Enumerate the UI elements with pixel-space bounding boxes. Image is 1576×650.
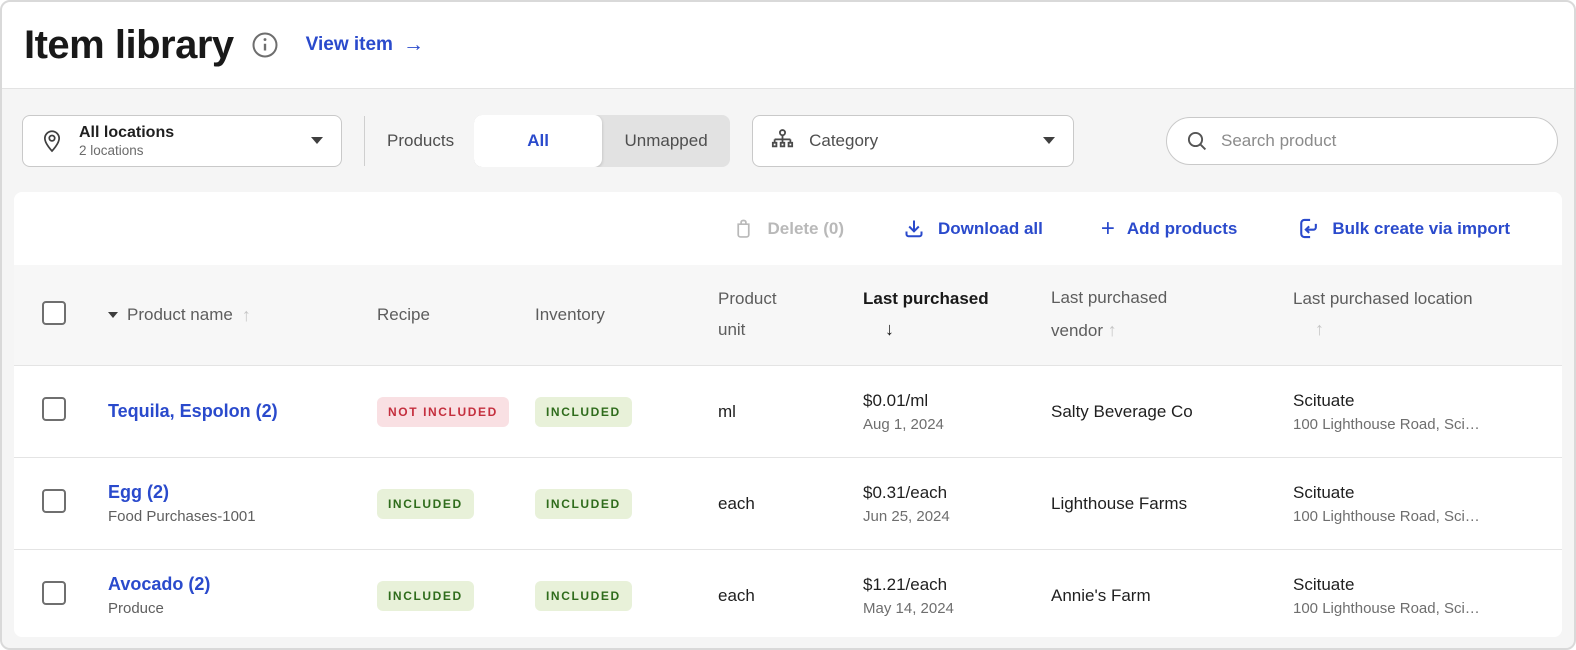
segment-unmapped[interactable]: Unmapped [602,115,730,167]
delete-button[interactable]: Delete (0) [732,217,844,240]
page-title: Item library [24,23,234,68]
last-purchased-price: $0.31/each [863,483,1033,503]
item-table-card: Delete (0) Download all + Add products [14,192,1562,637]
column-last-purchased-location[interactable]: Last purchased location ↑ [1275,288,1552,341]
products-toggle-label: Products [387,131,454,151]
column-last-purchased-location-label: Last purchased location [1293,288,1552,311]
sort-asc-icon: ↑ [1108,320,1117,340]
column-inventory: Inventory [535,305,700,325]
column-recipe: Recipe [377,305,535,325]
inventory-status-badge: INCLUDED [535,489,632,519]
category-hierarchy-icon [769,127,796,154]
last-purchased-date: May 14, 2024 [863,600,1033,617]
last-purchased-location: Scituate [1293,391,1552,411]
search-input[interactable] [1221,131,1539,151]
row-checkbox[interactable] [42,397,66,421]
add-products-button[interactable]: + Add products [1101,217,1238,241]
location-pin-icon [39,128,65,154]
inventory-status-badge: INCLUDED [535,397,632,427]
chevron-down-icon [311,137,323,144]
last-purchased-location: Scituate [1293,575,1552,595]
arrow-right-icon: → [403,33,424,57]
category-filter-dropdown[interactable]: Category [752,115,1074,167]
select-all-cell [42,301,90,330]
column-product-unit-label: Product unit [718,284,808,345]
location-filter-sublabel: 2 locations [79,143,174,158]
table-row: Egg (2) Food Purchases-1001 INCLUDED INC… [14,457,1562,549]
row-checkbox[interactable] [42,581,66,605]
recipe-status-badge: INCLUDED [377,581,474,611]
category-filter-value: Category [809,131,878,151]
location-filter-value: All locations [79,123,174,143]
download-icon [902,217,926,241]
location-filter-dropdown[interactable]: All locations 2 locations [22,115,342,167]
column-last-purchased[interactable]: Last purchased ↓ [845,288,1033,341]
last-purchased-vendor: Annie's Farm [1033,586,1275,606]
page-header: Item library View item → [2,2,1574,88]
last-purchased-price: $1.21/each [863,575,1033,595]
chevron-down-icon [1043,137,1055,144]
segment-all[interactable]: All [474,115,602,167]
view-item-link[interactable]: View item → [306,33,424,57]
table-row: Tequila, Espolon (2) NOT INCLUDED INCLUD… [14,365,1562,457]
product-name-link[interactable]: Egg (2) [108,482,377,504]
search-box [1166,117,1558,165]
column-recipe-label: Recipe [377,305,430,324]
column-inventory-label: Inventory [535,305,605,324]
last-purchased-address: 100 Lighthouse Road, Sci… [1293,600,1552,617]
filter-divider [364,116,365,166]
info-icon[interactable] [250,30,280,60]
products-segmented-control: All Unmapped [474,115,730,167]
delete-button-label: Delete (0) [767,219,844,239]
last-purchased-address: 100 Lighthouse Road, Sci… [1293,416,1552,433]
table-action-bar: Delete (0) Download all + Add products [14,192,1562,265]
sort-asc-icon: ↑ [242,305,251,326]
column-last-purchased-label: Last purchased [863,288,1033,311]
bulk-import-button[interactable]: Bulk create via import [1295,216,1510,241]
location-filter-text: All locations 2 locations [79,123,174,158]
sort-asc-icon: ↑ [1293,317,1552,341]
search-icon [1185,129,1209,153]
download-all-button[interactable]: Download all [902,217,1043,241]
product-subname: Produce [108,600,377,617]
plus-icon: + [1101,217,1115,241]
table-header-row: Product name ↑ Recipe Inventory Product … [14,265,1562,365]
view-item-label: View item [306,34,393,56]
recipe-status-badge: INCLUDED [377,489,474,519]
column-product-unit: Product unit [700,284,845,345]
column-product-name[interactable]: Product name ↑ [90,305,377,326]
import-icon [1295,216,1320,241]
inventory-status-badge: INCLUDED [535,581,632,611]
last-purchased-location: Scituate [1293,483,1552,503]
add-products-label: Add products [1127,219,1238,239]
column-product-name-label: Product name [127,305,233,325]
sort-desc-icon: ↓ [863,317,1033,341]
table-row: Avocado (2) Produce INCLUDED INCLUDED ea… [14,549,1562,637]
filter-bar: All locations 2 locations Products All U… [2,89,1574,192]
row-checkbox[interactable] [42,489,66,513]
column-last-purchased-vendor[interactable]: Last purchased vendor ↑ [1033,283,1183,346]
product-unit: each [700,586,845,606]
last-purchased-date: Aug 1, 2024 [863,416,1033,433]
product-name-link[interactable]: Avocado (2) [108,574,377,596]
download-all-label: Download all [938,219,1043,239]
last-purchased-address: 100 Lighthouse Road, Sci… [1293,508,1552,525]
select-all-checkbox[interactable] [42,301,66,325]
recipe-status-badge: NOT INCLUDED [377,397,509,427]
bulk-import-label: Bulk create via import [1332,219,1510,239]
last-purchased-price: $0.01/ml [863,391,1033,411]
last-purchased-vendor: Salty Beverage Co [1033,402,1275,422]
trash-icon [732,217,755,240]
product-name-link[interactable]: Tequila, Espolon (2) [108,401,377,423]
last-purchased-vendor: Lighthouse Farms [1033,494,1275,514]
caret-down-icon [108,312,118,318]
last-purchased-date: Jun 25, 2024 [863,508,1033,525]
product-subname: Food Purchases-1001 [108,508,377,525]
product-unit: each [700,494,845,514]
product-unit: ml [700,402,845,422]
